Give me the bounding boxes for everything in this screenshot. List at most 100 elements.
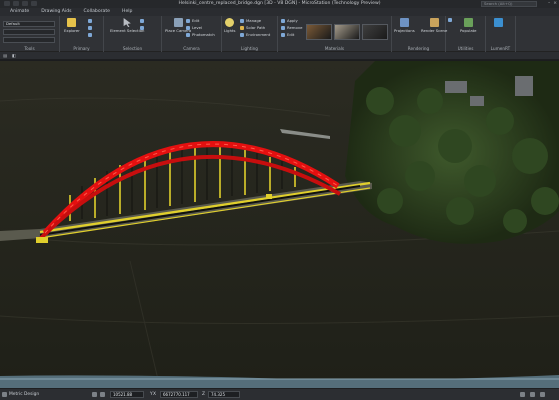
group-label-lighting: Lighting: [241, 46, 258, 51]
lights-label: Lights: [224, 28, 236, 33]
minimize-icon[interactable]: –: [548, 1, 550, 6]
message-icon[interactable]: [530, 392, 535, 397]
group-label-lumenrt: LumenRT: [490, 46, 511, 51]
attach-button[interactable]: [88, 19, 92, 23]
z-coordinate-field[interactable]: 74.325: [208, 391, 240, 398]
materials-group: Apply Remove Edit Materials: [278, 16, 392, 52]
tool-settings-combo[interactable]: Default: [3, 21, 55, 27]
tree-icon: [463, 18, 473, 27]
camera-edit-button[interactable]: Edit: [186, 18, 199, 23]
apply-material-button[interactable]: Apply: [281, 18, 298, 23]
populate-button[interactable]: Populate: [460, 18, 477, 33]
group-label-rendering: Rendering: [407, 46, 430, 51]
tools-group: Default Tools: [0, 16, 60, 52]
rendering-group: Projections Render Scene Rendering: [392, 16, 447, 52]
camera-level-label: Level: [192, 25, 203, 30]
window-title: Helsinki_centre_replaced_bridge.dgn [3D …: [178, 1, 381, 6]
lights-button[interactable]: Lights: [224, 18, 235, 33]
third-combo[interactable]: [3, 37, 55, 43]
level-icon: [88, 26, 92, 30]
search-input[interactable]: Search (Alt+Q): [481, 1, 537, 7]
ribbon-tab-bar: Animate Drawing Aids Collaborate Help: [0, 8, 559, 16]
utilities-group: Populate Utilities: [446, 16, 486, 52]
render-scene-button[interactable]: Render Scene: [421, 18, 447, 33]
manage-label: Manage: [246, 18, 262, 23]
primary-group: Explorer Primary: [60, 16, 104, 52]
level-button[interactable]: [88, 26, 92, 30]
utility-icon: [448, 18, 452, 22]
tab-collaborate[interactable]: Collaborate: [78, 8, 116, 16]
abutment-left: [36, 237, 48, 243]
display-icon: [88, 33, 92, 37]
sun-icon: [240, 25, 244, 30]
group-label-utilities: Utilities: [457, 46, 474, 51]
close-icon[interactable]: ×: [553, 1, 557, 6]
remove-label: Remove: [287, 25, 303, 30]
window-controls: – ×: [548, 1, 557, 6]
view-attributes-icon[interactable]: ◧: [12, 53, 16, 58]
model-icon: [2, 392, 7, 397]
display-button[interactable]: [88, 33, 92, 37]
material-swatch[interactable]: [306, 24, 332, 40]
utility-tool-button[interactable]: [448, 18, 452, 22]
abutment-marker: [266, 194, 272, 199]
arrow-cursor-icon: [123, 18, 131, 27]
prompt-icon[interactable]: [520, 392, 525, 397]
lumenrt-icon: [494, 18, 503, 27]
active-model[interactable]: Metric Design: [9, 392, 39, 397]
environment-icon: [240, 32, 244, 37]
x-coordinate-field[interactable]: 6672770.117: [160, 391, 198, 398]
apply-label: Apply: [287, 18, 298, 23]
teapot-icon: [429, 18, 439, 27]
group-label-selection: Selection: [122, 46, 143, 51]
manage-lights-button[interactable]: Manage: [240, 18, 261, 23]
populate-label: Populate: [460, 28, 477, 33]
material-swatch[interactable]: [334, 24, 360, 40]
lumenrt-button[interactable]: [494, 18, 503, 28]
group-label-primary: Primary: [73, 46, 90, 51]
selection-tool-2[interactable]: [140, 26, 144, 30]
photomatch-label: Photomatch: [192, 32, 215, 37]
camera-group: Place Camera Edit Level Photomatch Camer…: [162, 16, 222, 52]
view-toolbar: ▤ ◧: [0, 52, 559, 60]
solar-path-label: Solar Path: [246, 25, 266, 30]
tab-help[interactable]: Help: [116, 8, 138, 16]
level-icon: [186, 25, 190, 30]
remove-material-button[interactable]: Remove: [281, 25, 302, 30]
lumenrt-group: LumenRT: [486, 16, 516, 52]
explorer-button[interactable]: Explorer: [64, 18, 80, 33]
selection-tool-1[interactable]: [140, 19, 144, 23]
tab-drawing-aids[interactable]: Drawing Aids: [35, 8, 77, 16]
projections-button[interactable]: Projections: [394, 18, 415, 33]
lock-icon[interactable]: [100, 392, 105, 397]
lighting-group: Lights Manage Solar Path Environment Lig…: [222, 16, 278, 52]
remove-icon: [281, 25, 285, 30]
group-label-tools: Tools: [24, 46, 35, 51]
view-window[interactable]: [0, 61, 559, 388]
tab-animate[interactable]: Animate: [4, 8, 35, 16]
environment-label: Environment: [246, 32, 271, 37]
title-bar: Helsinki_centre_replaced_bridge.dgn [3D …: [0, 0, 559, 8]
manage-icon: [240, 18, 244, 23]
fence-icon: [140, 26, 144, 30]
view-menu-icon[interactable]: ▤: [3, 53, 7, 58]
status-field[interactable]: 10521.88: [110, 391, 144, 398]
status-bar: Metric Design 10521.88 Y X 6672770.117 Z…: [0, 388, 559, 400]
edit-material-button[interactable]: Edit: [281, 32, 294, 37]
edit-material-label: Edit: [287, 32, 295, 37]
projections-label: Projections: [394, 28, 415, 33]
second-combo[interactable]: [3, 29, 55, 35]
snap-icon[interactable]: [92, 392, 97, 397]
selection-group: Element Selection Selection: [104, 16, 162, 52]
apply-icon: [281, 18, 285, 23]
solar-path-button[interactable]: Solar Path: [240, 25, 265, 30]
settings-icon[interactable]: [540, 392, 545, 397]
group-label-materials: Materials: [324, 46, 345, 51]
photomatch-icon: [186, 32, 190, 37]
camera-level-button[interactable]: Level: [186, 25, 202, 30]
environment-button[interactable]: Environment: [240, 32, 270, 37]
material-swatch[interactable]: [362, 24, 388, 40]
camera-edit-label: Edit: [192, 18, 200, 23]
attach-icon: [88, 19, 92, 23]
photomatch-button[interactable]: Photomatch: [186, 32, 215, 37]
